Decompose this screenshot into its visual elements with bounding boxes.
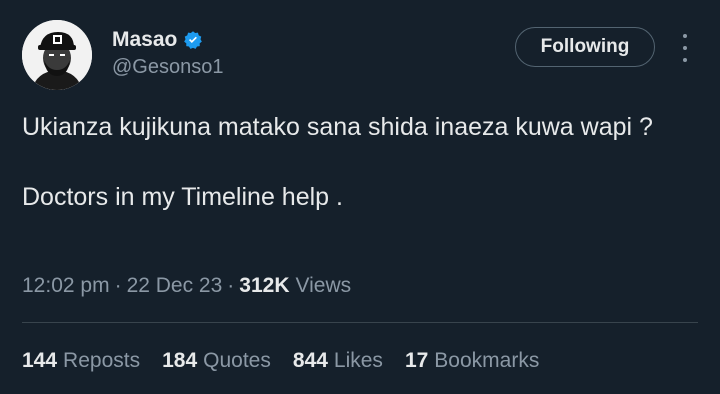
avatar[interactable] (22, 20, 92, 90)
more-vertical-icon[interactable] (672, 34, 698, 62)
tweet-text: Ukianza kujikuna matako sana shida inaez… (22, 110, 682, 215)
meta-separator: · (114, 274, 122, 297)
verified-badge-icon (184, 31, 203, 49)
views-count: 312K (239, 274, 290, 297)
tweet-line-2: Doctors in my Timeline help . (22, 183, 343, 211)
bookmarks-label: Bookmarks (434, 349, 540, 372)
tweet-time[interactable]: 12:02 pm (22, 274, 110, 298)
author-name-row: Masao (112, 28, 203, 52)
quotes-label: Quotes (203, 349, 271, 372)
divider (22, 322, 698, 323)
tweet-date[interactable]: 22 Dec 23 (127, 274, 223, 298)
author-handle[interactable]: @Gesonso1 (112, 56, 223, 79)
reposts-label: Reposts (63, 349, 141, 372)
likes-stat[interactable]: 844 Likes (293, 349, 383, 373)
bookmarks-count: 17 (404, 349, 429, 372)
following-button[interactable]: Following (515, 27, 655, 67)
cartoon-man-avatar-icon (22, 20, 92, 90)
views-label: Views (295, 274, 352, 297)
tweet-line-1: Ukianza kujikuna matako sana shida inaez… (22, 113, 653, 141)
quotes-stat[interactable]: 184 Quotes (162, 349, 271, 373)
tweet-meta: 12:02 pm · 22 Dec 23 · 312K Views (22, 274, 351, 298)
reposts-stat[interactable]: 144 Reposts (22, 349, 140, 373)
engagement-stats: 144 Reposts 184 Quotes 844 Likes 17 Bookmark… (22, 349, 561, 373)
bookmarks-stat[interactable]: 17 Bookmarks (405, 349, 539, 373)
quotes-count: 184 (162, 349, 198, 372)
reposts-count: 144 (22, 349, 58, 372)
likes-label: Likes (333, 349, 383, 372)
likes-count: 844 (292, 349, 328, 372)
author-display-name[interactable]: Masao (112, 28, 177, 52)
meta-separator: · (227, 274, 235, 297)
